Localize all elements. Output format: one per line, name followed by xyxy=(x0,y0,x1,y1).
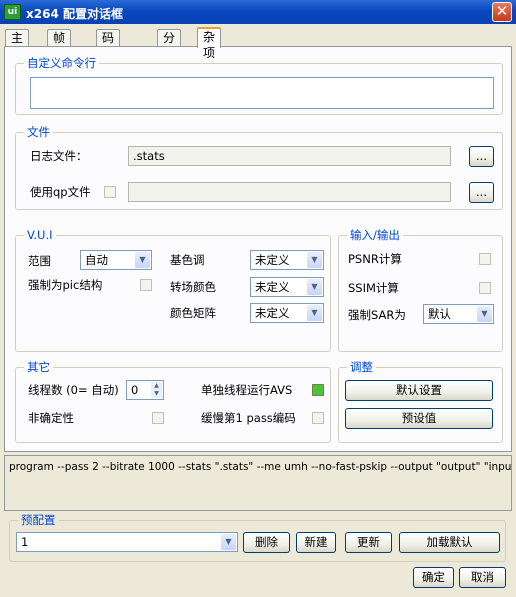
load-defaults-button[interactable]: 加载默认 xyxy=(399,532,500,553)
chevron-down-icon: ▼ xyxy=(477,306,492,322)
qp-file-label: 使用qp文件 xyxy=(30,185,91,199)
transfer-label: 转场颜色 xyxy=(170,280,216,294)
close-button[interactable]: ✕ xyxy=(492,2,512,22)
chevron-down-icon: ▼ xyxy=(221,534,236,550)
tab-analysis[interactable]: 分析 xyxy=(157,29,182,61)
sar-value: 默认 xyxy=(428,307,451,321)
custom-cmd-legend: 自定义命令行 xyxy=(24,56,99,70)
sar-select[interactable]: 默认 ▼ xyxy=(423,304,494,324)
tab-main[interactable]: 主要 xyxy=(5,29,30,61)
primaries-select[interactable]: 未定义 ▼ xyxy=(250,250,324,270)
threads-label: 线程数 (0= 自动) xyxy=(28,383,119,397)
default-settings-button[interactable]: 默认设置 xyxy=(345,380,493,401)
delete-preset-button[interactable]: 删除 xyxy=(243,532,290,553)
custom-cmd-input[interactable] xyxy=(30,77,494,109)
preset-values-button[interactable]: 预设值 xyxy=(345,408,493,429)
slow-first-pass-label: 缓慢第1 pass编码 xyxy=(201,411,296,425)
log-file-label: 日志文件： xyxy=(30,149,88,163)
spinner-arrows-icon[interactable]: ▲ ▼ xyxy=(151,382,162,398)
range-select[interactable]: 自动 ▼ xyxy=(80,250,152,270)
qp-file-checkbox[interactable] xyxy=(104,186,116,198)
matrix-label: 颜色矩阵 xyxy=(170,306,216,320)
tab-rate-control[interactable]: 码率控制 xyxy=(96,29,121,93)
threads-stepper[interactable]: 0 ▲ ▼ xyxy=(126,380,164,400)
vui-legend: V.U.I xyxy=(24,228,56,242)
transfer-value: 未定义 xyxy=(255,280,290,294)
single-thread-avs-label: 单独线程运行AVS xyxy=(201,383,293,397)
preset-select[interactable]: 1 ▼ xyxy=(16,532,238,552)
misc-group: 其它 线程数 (0= 自动) 0 ▲ ▼ 单独线程运行AVS 非确定性 缓慢第1 … xyxy=(15,360,331,443)
tab-misc[interactable]: 杂项 xyxy=(197,27,222,60)
ssim-checkbox[interactable] xyxy=(479,282,491,294)
log-file-browse-button[interactable]: ... xyxy=(469,146,494,167)
preset-value: 1 xyxy=(21,535,29,549)
tab-frame-type[interactable]: 帧类型 xyxy=(47,29,72,77)
chevron-down-icon: ▼ xyxy=(307,279,322,295)
title-bar[interactable]: ui x264 配置对话框 ✕ xyxy=(0,0,516,24)
psnr-checkbox[interactable] xyxy=(479,253,491,265)
threads-value: 0 xyxy=(131,383,139,397)
update-preset-button[interactable]: 更新 xyxy=(345,532,392,553)
force-pic-checkbox[interactable] xyxy=(140,279,152,291)
presets-group: 预配置 1 ▼ 删除 新建 更新 加载默认 xyxy=(9,513,506,562)
adjust-legend: 调整 xyxy=(347,360,376,374)
psnr-label: PSNR计算 xyxy=(348,252,402,266)
ok-button[interactable]: 确定 xyxy=(413,567,454,588)
sar-label: 强制SAR为 xyxy=(348,308,406,322)
chevron-down-icon: ▼ xyxy=(307,252,322,268)
qp-file-input[interactable] xyxy=(128,182,451,202)
new-preset-button[interactable]: 新建 xyxy=(296,532,336,553)
vui-group: V.U.I 范围 自动 ▼ 强制为pic结构 基色调 未定义 ▼ 转场颜色 未定… xyxy=(15,228,331,352)
tab-panel-misc: 自定义命令行 文件 日志文件： .stats ... 使用qp文件 ... V.… xyxy=(4,46,512,452)
adjust-group: 调整 默认设置 预设值 xyxy=(338,360,503,443)
chevron-down-icon: ▼ xyxy=(307,305,322,321)
range-label: 范围 xyxy=(28,254,51,268)
window-title: x264 配置对话框 xyxy=(26,7,123,21)
matrix-value: 未定义 xyxy=(255,306,290,320)
single-thread-avs-checkbox[interactable] xyxy=(312,384,324,396)
log-file-input[interactable]: .stats xyxy=(128,146,451,166)
primaries-value: 未定义 xyxy=(255,253,290,267)
app-icon: ui xyxy=(4,4,21,20)
transfer-select[interactable]: 未定义 ▼ xyxy=(250,277,324,297)
qp-file-browse-button[interactable]: ... xyxy=(469,182,494,203)
nondeterministic-label: 非确定性 xyxy=(28,411,74,425)
cancel-button[interactable]: 取消 xyxy=(459,567,506,588)
io-group: 输入/输出 PSNR计算 SSIM计算 强制SAR为 默认 ▼ xyxy=(338,228,503,352)
x264-config-dialog: ui x264 配置对话框 ✕ 主要 帧类型 码率控制 分析 杂项 自定义命令行… xyxy=(0,0,516,597)
chevron-down-icon: ▼ xyxy=(135,252,150,268)
primaries-label: 基色调 xyxy=(170,253,205,267)
misc-legend: 其它 xyxy=(24,360,53,374)
force-pic-label: 强制为pic结构 xyxy=(28,278,103,292)
io-legend: 输入/输出 xyxy=(347,228,403,242)
command-line-preview: program --pass 2 --bitrate 1000 --stats … xyxy=(4,455,512,511)
files-group: 文件 日志文件： .stats ... 使用qp文件 ... xyxy=(15,125,503,210)
presets-legend: 预配置 xyxy=(18,513,59,527)
ssim-label: SSIM计算 xyxy=(348,281,399,295)
slow-first-pass-checkbox[interactable] xyxy=(312,412,324,424)
matrix-select[interactable]: 未定义 ▼ xyxy=(250,303,324,323)
range-value: 自动 xyxy=(85,253,108,267)
nondeterministic-checkbox[interactable] xyxy=(152,412,164,424)
custom-cmd-group: 自定义命令行 xyxy=(15,56,503,115)
files-legend: 文件 xyxy=(24,125,53,139)
close-icon: ✕ xyxy=(495,2,509,20)
